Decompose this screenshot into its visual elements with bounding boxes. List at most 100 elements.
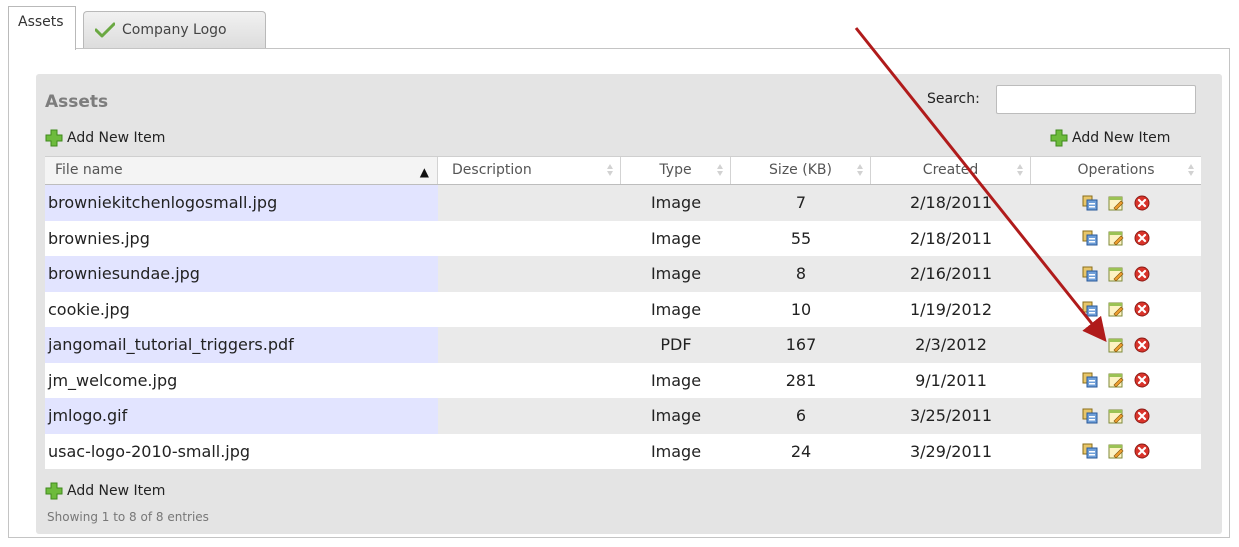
operations-cell bbox=[1031, 256, 1201, 292]
delete-icon[interactable] bbox=[1134, 230, 1150, 246]
assets-table: File name ▲ Description Type Size (KB) C… bbox=[45, 156, 1201, 469]
description-cell bbox=[438, 292, 621, 328]
created-cell: 9/1/2011 bbox=[915, 370, 987, 390]
add-icon bbox=[45, 129, 63, 147]
file-name-cell: usac-logo-2010-small.jpg bbox=[45, 433, 438, 469]
operations-cell bbox=[1031, 221, 1201, 257]
description-cell bbox=[438, 185, 621, 221]
add-icon bbox=[1050, 129, 1068, 147]
operations-cell bbox=[1031, 185, 1201, 221]
table-row[interactable]: jmlogo.gif Image 6 3/25/2011 bbox=[45, 398, 1201, 434]
add-new-item-button-top-left[interactable]: Add New Item bbox=[45, 129, 165, 147]
sort-both-icon bbox=[1017, 164, 1023, 176]
created-cell: 2/16/2011 bbox=[909, 264, 993, 284]
created-cell: 1/19/2012 bbox=[909, 299, 993, 319]
table-info: Showing 1 to 8 of 8 entries bbox=[47, 510, 209, 524]
sort-both-icon bbox=[1188, 164, 1194, 176]
description-cell bbox=[438, 363, 621, 399]
created-cell: 3/29/2011 bbox=[909, 441, 993, 461]
delete-icon[interactable] bbox=[1134, 408, 1150, 424]
size-cell: 167 bbox=[785, 335, 817, 355]
delete-icon[interactable] bbox=[1134, 372, 1150, 388]
edit-icon[interactable] bbox=[1108, 266, 1124, 282]
operations-cell bbox=[1031, 327, 1201, 363]
description-cell bbox=[438, 327, 621, 363]
column-header-file-name[interactable]: File name ▲ bbox=[45, 157, 438, 184]
edit-icon[interactable] bbox=[1108, 337, 1124, 353]
column-label: Size (KB) bbox=[769, 162, 832, 178]
table-row[interactable]: brownies.jpg Image 55 2/18/2011 bbox=[45, 220, 1201, 257]
search-input[interactable] bbox=[996, 85, 1196, 114]
add-new-item-button-bottom[interactable]: Add New Item bbox=[45, 482, 165, 500]
operations-cell bbox=[1031, 434, 1201, 470]
delete-icon[interactable] bbox=[1134, 195, 1150, 211]
created-cell: 2/3/2012 bbox=[915, 335, 987, 355]
size-cell: 8 bbox=[795, 264, 807, 284]
file-name-cell: brownies.jpg bbox=[45, 220, 438, 256]
column-header-type[interactable]: Type bbox=[621, 157, 731, 184]
file-name-cell: browniesundae.jpg bbox=[45, 256, 438, 292]
sort-ascending-icon: ▲ bbox=[419, 165, 429, 179]
operations-cell bbox=[1031, 363, 1201, 399]
created-cell: 3/25/2011 bbox=[909, 406, 993, 426]
column-label: Operations bbox=[1077, 162, 1155, 178]
copy-icon[interactable] bbox=[1082, 301, 1098, 317]
column-header-size[interactable]: Size (KB) bbox=[731, 157, 871, 184]
copy-icon[interactable] bbox=[1082, 372, 1098, 388]
copy-icon[interactable] bbox=[1082, 408, 1098, 424]
tab-company-logo[interactable]: Company Logo bbox=[83, 11, 266, 49]
type-cell: Image bbox=[650, 264, 702, 284]
column-header-description[interactable]: Description bbox=[438, 157, 621, 184]
edit-icon[interactable] bbox=[1108, 408, 1124, 424]
type-cell: Image bbox=[650, 193, 702, 213]
page-title: Assets bbox=[45, 92, 109, 112]
search-label: Search: bbox=[927, 91, 980, 107]
tab-assets[interactable]: Assets bbox=[8, 6, 76, 50]
table-row[interactable]: browniesundae.jpg Image 8 2/16/2011 bbox=[45, 256, 1201, 292]
sort-both-icon bbox=[857, 164, 863, 176]
copy-icon[interactable] bbox=[1082, 443, 1098, 459]
column-header-created[interactable]: Created bbox=[871, 157, 1031, 184]
file-name-cell: jangomail_tutorial_triggers.pdf bbox=[45, 327, 438, 363]
size-cell: 55 bbox=[790, 228, 812, 248]
size-cell: 6 bbox=[795, 406, 807, 426]
type-cell: Image bbox=[650, 441, 702, 461]
delete-icon[interactable] bbox=[1134, 337, 1150, 353]
description-cell bbox=[438, 221, 621, 257]
delete-icon[interactable] bbox=[1134, 301, 1150, 317]
column-label: File name bbox=[55, 162, 123, 178]
tab-assets-label: Assets bbox=[18, 14, 64, 30]
table-row[interactable]: browniekitchenlogosmall.jpg Image 7 2/18/20… bbox=[45, 185, 1201, 221]
table-row[interactable]: usac-logo-2010-small.jpg Image 24 3/29/2011 bbox=[45, 433, 1201, 470]
copy-icon[interactable] bbox=[1082, 230, 1098, 246]
edit-icon[interactable] bbox=[1108, 301, 1124, 317]
table-row[interactable]: jangomail_tutorial_triggers.pdf PDF 167 2/3… bbox=[45, 327, 1201, 363]
add-new-item-button-top-right[interactable]: Add New Item bbox=[1050, 129, 1170, 147]
edit-icon[interactable] bbox=[1108, 230, 1124, 246]
delete-icon[interactable] bbox=[1134, 443, 1150, 459]
size-cell: 281 bbox=[785, 370, 817, 390]
column-label: Type bbox=[659, 162, 692, 178]
type-cell: Image bbox=[650, 406, 702, 426]
edit-icon[interactable] bbox=[1108, 195, 1124, 211]
column-label: Description bbox=[452, 162, 532, 178]
operations-cell bbox=[1031, 292, 1201, 328]
edit-icon[interactable] bbox=[1108, 372, 1124, 388]
file-name-cell: jmlogo.gif bbox=[45, 398, 438, 434]
table-row[interactable]: cookie.jpg Image 10 1/19/2012 bbox=[45, 291, 1201, 328]
size-cell: 24 bbox=[790, 441, 812, 461]
copy-icon[interactable] bbox=[1082, 195, 1098, 211]
tab-company-logo-label: Company Logo bbox=[122, 22, 227, 38]
checkmark-icon bbox=[94, 22, 116, 42]
type-cell: Image bbox=[650, 370, 702, 390]
created-cell: 2/18/2011 bbox=[909, 193, 993, 213]
copy-icon[interactable] bbox=[1082, 266, 1098, 282]
delete-icon[interactable] bbox=[1134, 266, 1150, 282]
table-row[interactable]: jm_welcome.jpg Image 281 9/1/2011 bbox=[45, 362, 1201, 399]
file-name-cell: cookie.jpg bbox=[45, 291, 438, 327]
add-new-item-label: Add New Item bbox=[67, 130, 166, 146]
column-header-operations[interactable]: Operations bbox=[1031, 157, 1201, 184]
edit-icon[interactable] bbox=[1108, 443, 1124, 459]
description-cell bbox=[438, 256, 621, 292]
description-cell bbox=[438, 434, 621, 470]
